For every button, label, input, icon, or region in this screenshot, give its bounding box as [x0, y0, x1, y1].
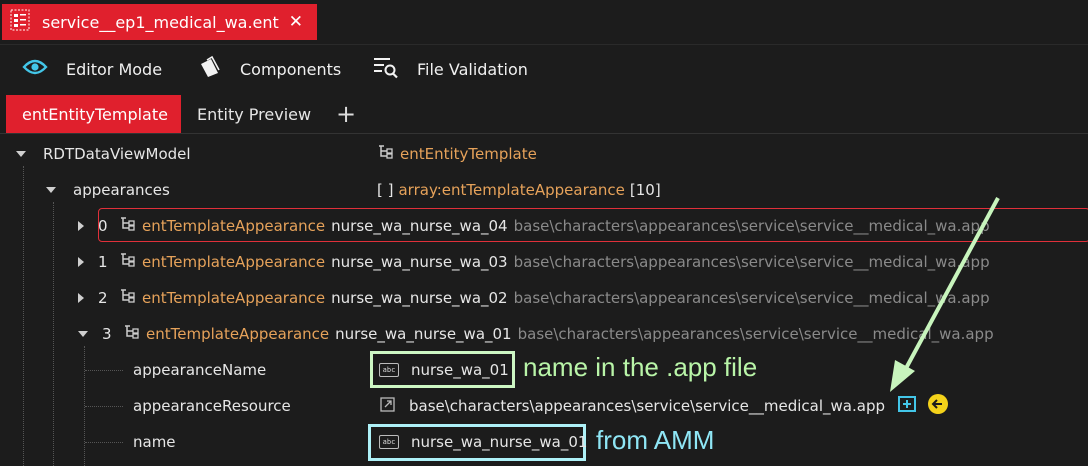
- annotation-arrow: [890, 197, 1000, 392]
